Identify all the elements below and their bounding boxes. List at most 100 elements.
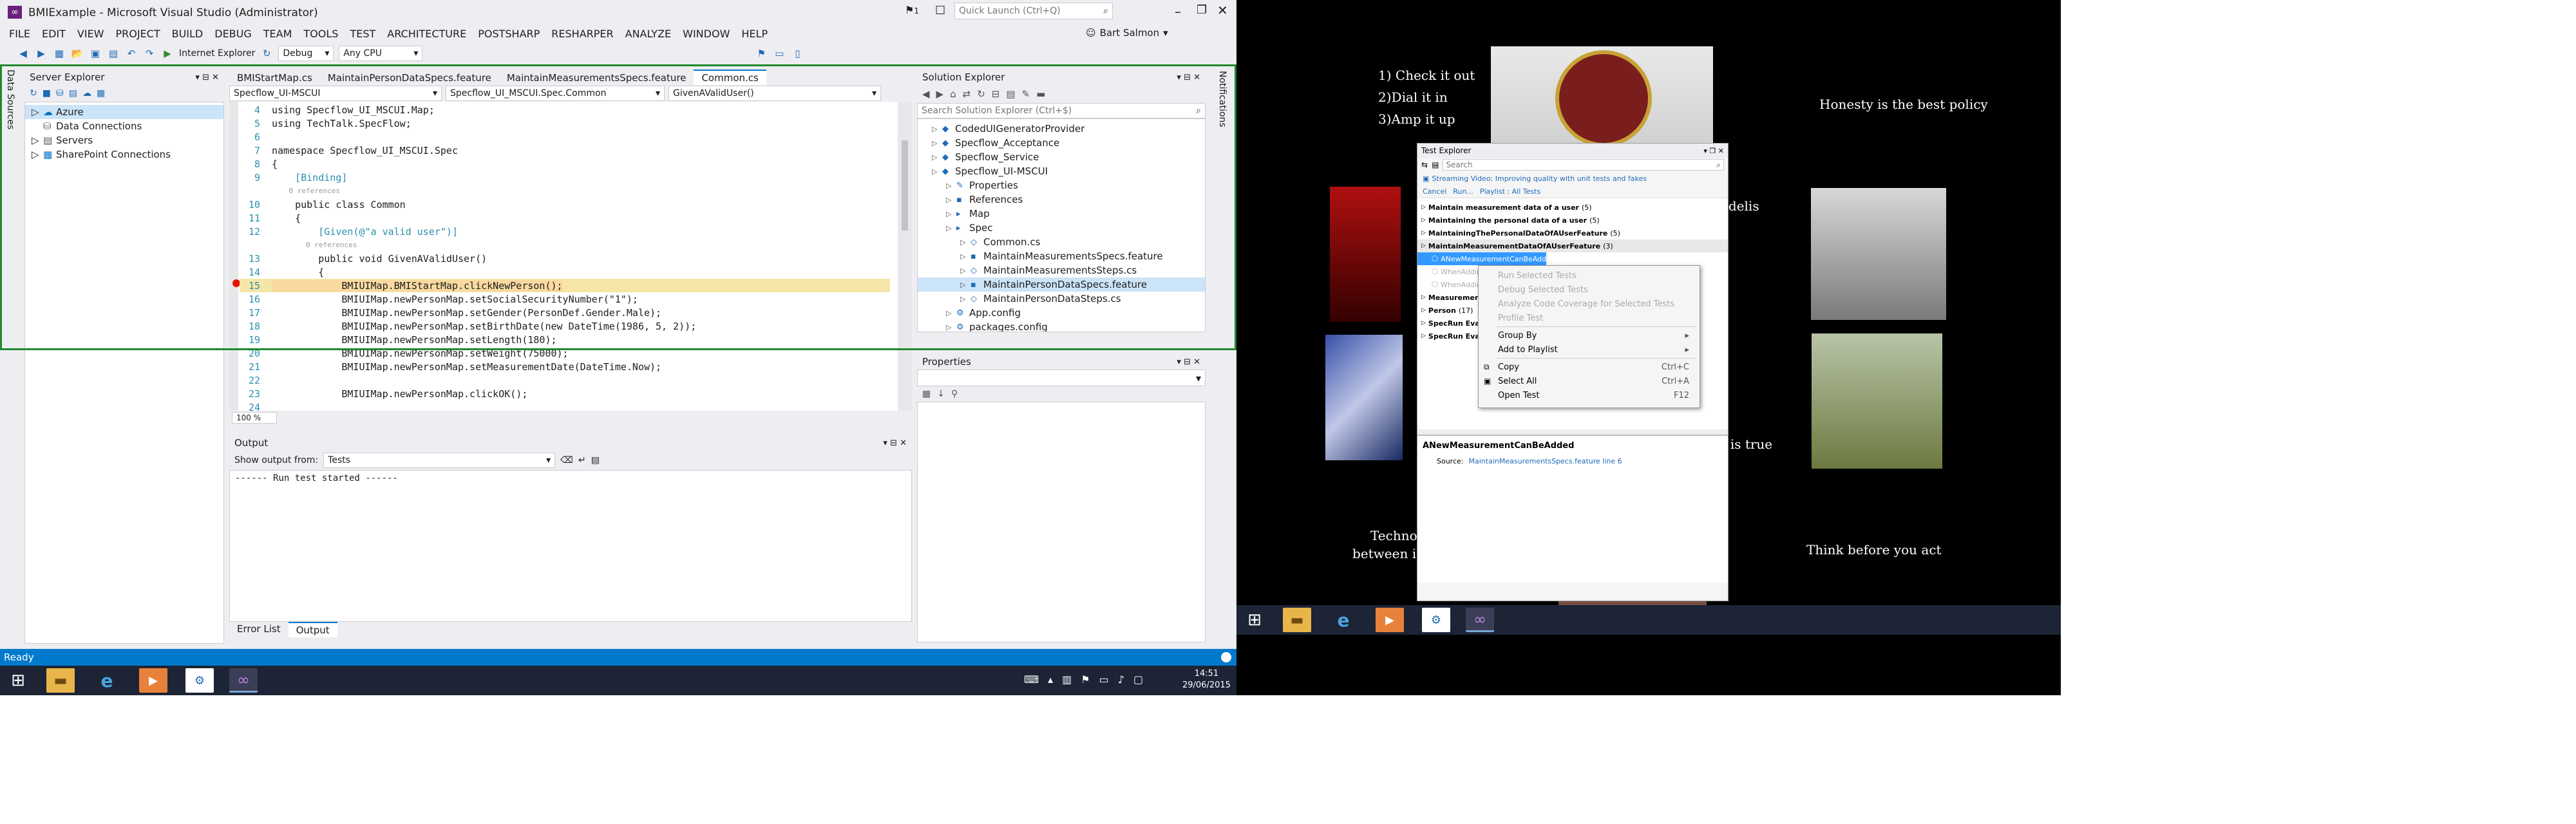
- close-button[interactable]: ✕: [1217, 3, 1228, 18]
- word-wrap-icon[interactable]: ↵: [578, 455, 586, 465]
- editor-tab[interactable]: MaintainMeasurementsSpecs.feature: [499, 71, 694, 85]
- panel-controls-icon[interactable]: ▾ ⊟ ✕: [1177, 357, 1200, 367]
- media-player-icon[interactable]: ▶: [1376, 608, 1404, 632]
- solution-item[interactable]: ▷ ◇ Common.cs: [918, 235, 1205, 249]
- media-player-icon[interactable]: ▶: [139, 668, 167, 693]
- solution-search-input[interactable]: Search Solution Explorer (Ctrl+$) ⌕: [917, 103, 1206, 118]
- streaming-video-link[interactable]: ▣ Streaming Video: Improving quality with…: [1417, 172, 1728, 185]
- clear-all-icon[interactable]: ⌫: [560, 455, 573, 465]
- context-menu-item[interactable]: ▣ Select All Ctrl+A: [1479, 374, 1700, 388]
- menu-debug[interactable]: DEBUG: [214, 28, 252, 40]
- expand-icon[interactable]: ▷: [960, 252, 971, 261]
- visual-studio-taskbar-icon[interactable]: ∞: [229, 668, 258, 693]
- menu-postsharp[interactable]: POSTSHARP: [478, 28, 540, 40]
- preview-icon[interactable]: ▬: [1036, 88, 1045, 100]
- menu-project[interactable]: PROJECT: [115, 28, 160, 40]
- solution-item[interactable]: ▷ ▸ Map: [918, 207, 1205, 221]
- display-icon[interactable]: ▢: [1133, 673, 1143, 686]
- solution-item[interactable]: ▷ ⚙ packages.config: [918, 320, 1205, 332]
- solution-item[interactable]: ▷ ◆ Specflow_Acceptance: [918, 136, 1205, 150]
- expand-icon[interactable]: ▷: [946, 224, 956, 232]
- menu-help[interactable]: HELP: [741, 28, 768, 40]
- test-group[interactable]: ▷ Maintain measurement data of a user (5): [1417, 201, 1728, 214]
- expand-icon[interactable]: ▷: [946, 182, 956, 190]
- comment-icon[interactable]: ▭: [773, 47, 786, 60]
- expand-icon[interactable]: ▷: [1421, 320, 1426, 326]
- refresh-icon[interactable]: ↻: [977, 88, 985, 100]
- tab-output[interactable]: Output: [288, 622, 337, 637]
- save-all-icon[interactable]: ▤: [107, 47, 120, 60]
- stop-icon[interactable]: ■: [43, 88, 51, 98]
- expand-icon[interactable]: ▷: [1421, 243, 1426, 249]
- user-account[interactable]: ☺ Bart Salmon ▾: [1086, 27, 1168, 39]
- properties-object-select[interactable]: ▾: [917, 370, 1206, 386]
- panel-controls-icon[interactable]: ▾ ⊟ ✕: [883, 438, 907, 448]
- project-combo[interactable]: Specflow_UI-MSCUI ▾: [229, 86, 442, 101]
- test-group[interactable]: ▷ MaintainingThePersonalDataOfAUserFeatur…: [1417, 227, 1728, 239]
- menu-analyze[interactable]: ANALYZE: [625, 28, 672, 40]
- expand-icon[interactable]: ▷: [960, 295, 971, 303]
- test-group[interactable]: ▷ MaintainMeasurementDataOfAUserFeature (3…: [1417, 239, 1728, 252]
- test-item[interactable]: ◯ ANewMeasurementCanBeAdded: [1417, 252, 1555, 265]
- menu-window[interactable]: WINDOW: [683, 28, 730, 40]
- group-icon[interactable]: ⇆: [1421, 160, 1428, 169]
- expand-icon[interactable]: ▷: [1421, 307, 1426, 314]
- quick-launch-input[interactable]: Quick Launch (Ctrl+Q) ⌕: [954, 3, 1113, 19]
- expand-icon[interactable]: ▷: [32, 135, 43, 146]
- expand-icon[interactable]: ▷: [960, 281, 971, 289]
- forward-icon[interactable]: ▶: [35, 47, 48, 60]
- property-pages-icon[interactable]: ⚲: [951, 389, 958, 399]
- solution-item[interactable]: ▷ ◆ CodedUIGeneratorProvider: [918, 122, 1205, 136]
- solution-item[interactable]: ▷ ▪ References: [918, 192, 1205, 207]
- new-project-icon[interactable]: ▦: [53, 47, 66, 60]
- expand-icon[interactable]: ▷: [932, 139, 942, 147]
- sync-icon[interactable]: ⇄: [963, 88, 971, 100]
- output-text-area[interactable]: ------ Run test started ------: [229, 470, 912, 622]
- battery-icon[interactable]: ▭: [1099, 673, 1109, 686]
- expand-icon[interactable]: ▷: [946, 210, 956, 218]
- menu-edit[interactable]: EDIT: [42, 28, 66, 40]
- categorized-icon[interactable]: ▦: [922, 389, 931, 399]
- output-source-select[interactable]: Tests ▾: [323, 453, 556, 468]
- properties-icon[interactable]: ✎: [1022, 88, 1030, 100]
- solution-item[interactable]: ▷ ▸ Spec: [918, 221, 1205, 235]
- save-icon[interactable]: ▣: [89, 47, 102, 60]
- network-icon[interactable]: ▥: [1062, 673, 1072, 686]
- zoom-select[interactable]: 100 %: [232, 412, 277, 424]
- tree-item-sharepoint[interactable]: ▷ ▦ SharePoint Connections: [25, 147, 223, 162]
- data-sources-tab[interactable]: Data Sources: [5, 70, 15, 129]
- file-explorer-icon[interactable]: ▬: [1283, 608, 1311, 632]
- bookmark-icon[interactable]: ⚑: [755, 47, 768, 60]
- menu-resharper[interactable]: RESHARPER: [551, 28, 613, 40]
- visual-studio-taskbar-icon[interactable]: ∞: [1466, 608, 1494, 632]
- internet-explorer-icon[interactable]: e: [93, 668, 121, 693]
- connect-server-icon[interactable]: ▤: [69, 88, 77, 98]
- test-group[interactable]: ▷ Maintaining the personal data of a user…: [1417, 214, 1728, 227]
- list-icon[interactable]: ▤: [1432, 160, 1439, 169]
- file-explorer-icon[interactable]: ▬: [46, 668, 75, 693]
- volume-icon[interactable]: ♪: [1118, 673, 1124, 686]
- azure-icon[interactable]: ☁: [82, 88, 91, 98]
- menu-tools[interactable]: TOOLS: [303, 28, 338, 40]
- member-combo[interactable]: GivenAValidUser() ▾: [668, 86, 881, 101]
- context-menu-item[interactable]: Group By ▸: [1479, 328, 1700, 342]
- editor-tab[interactable]: BMIStartMap.cs: [229, 71, 320, 85]
- expand-icon[interactable]: ▷: [946, 309, 956, 317]
- back-icon[interactable]: ◀: [922, 88, 930, 100]
- expand-icon[interactable]: ▷: [1421, 294, 1426, 301]
- tab-error-list[interactable]: Error List: [229, 622, 289, 637]
- test-search-input[interactable]: Search ⌕: [1443, 159, 1724, 171]
- solution-item[interactable]: ▷ ▪ MaintainPersonDataSpecs.feature: [918, 277, 1205, 292]
- scrollbar-thumb[interactable]: [902, 140, 908, 230]
- solution-item[interactable]: ▷ ◇ MaintainPersonDataSteps.cs: [918, 292, 1205, 306]
- maximize-button[interactable]: ❐: [1197, 3, 1207, 17]
- tree-item-servers[interactable]: ▷ ▤ Servers: [25, 133, 223, 147]
- action-center-icon[interactable]: ⚑: [1081, 673, 1090, 686]
- expand-icon[interactable]: ▷: [946, 323, 956, 332]
- refresh-icon[interactable]: ↻: [260, 47, 273, 60]
- forward-icon[interactable]: ▶: [936, 88, 944, 100]
- toggle-icon[interactable]: ▤: [591, 455, 600, 465]
- back-icon[interactable]: ◀: [17, 47, 30, 60]
- playlist-link[interactable]: Playlist : All Tests: [1480, 187, 1540, 196]
- alphabetical-icon[interactable]: ↓: [937, 389, 945, 399]
